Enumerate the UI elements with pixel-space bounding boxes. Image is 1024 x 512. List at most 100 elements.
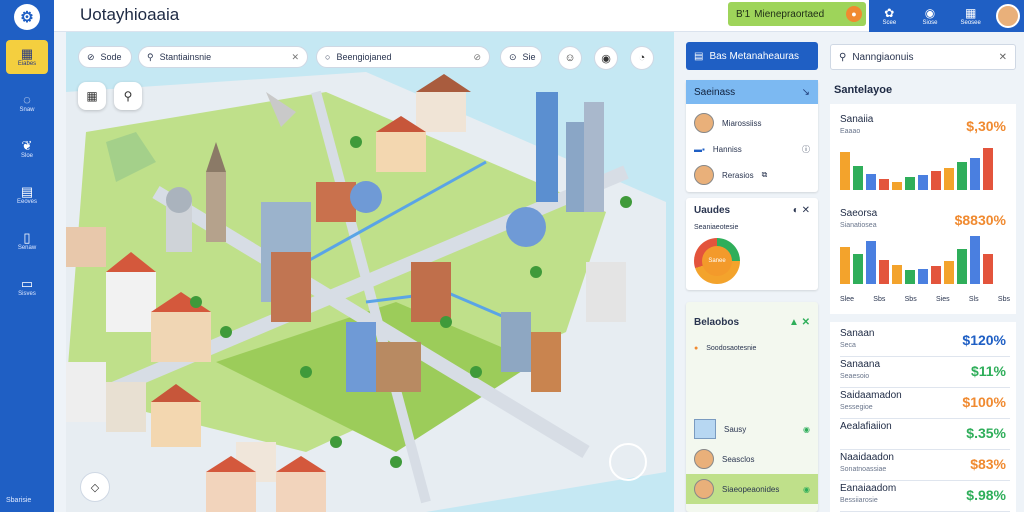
location-value: Beengiojaned (336, 52, 392, 62)
stat-row[interactable]: Saidaamadon Sessegioe $100% (840, 388, 1010, 419)
map-icon[interactable]: ▲ ✕ (789, 317, 810, 328)
location-input[interactable]: ○ Beengiojaned ⊘ (316, 46, 490, 68)
stat-row[interactable]: Sanaana Seaesoio $11% (840, 357, 1010, 388)
add-metadata-label: Bas Metanaheauras (709, 50, 799, 62)
app-logo-icon[interactable]: ⚙ (14, 4, 40, 30)
sidebar-footer[interactable]: Sbarisie (6, 497, 31, 504)
expand-icon[interactable]: ↘ (802, 87, 810, 98)
bar (879, 179, 889, 190)
map-small-filter[interactable]: ⊙ Sie (500, 46, 542, 68)
more-icon[interactable]: ◐ ✕ (793, 205, 810, 216)
map-compass-button[interactable]: ◇ (80, 472, 110, 502)
phone-icon: ▯ (23, 230, 31, 245)
map-avatar-button[interactable]: ☺ (558, 46, 582, 70)
building-icon: ▦ (86, 89, 98, 103)
sidebar-item-0[interactable]: ▦ Eiabes (6, 40, 48, 74)
check-icon[interactable]: ◉ (803, 485, 810, 494)
district-name: Sausy (724, 424, 747, 434)
map-filter-button[interactable]: ⊘ Sode (78, 46, 132, 68)
list-item[interactable]: Rerasios ⧉ (686, 160, 818, 190)
bar-label: Sies (935, 296, 950, 303)
map-search-input[interactable]: ⚲ Stantiainsnie ✕ (138, 46, 308, 68)
stat-row[interactable]: Eanaiaadom Bessiiarosie $.98% (840, 481, 1010, 512)
link-icon[interactable]: ⊘ (473, 52, 481, 63)
sidebar-item-4[interactable]: ▯ Senaw (6, 224, 48, 258)
mid-stat: Saeorsa Sianatiosea $8830% (840, 206, 1010, 240)
chart-card-header: Uaudes ◐ ✕ (686, 198, 818, 222)
sidebar-item-label: Sloe (20, 153, 33, 159)
map-visibility-button[interactable]: ◔ (630, 46, 654, 70)
avatar (694, 479, 714, 499)
building-thumb-icon (694, 419, 716, 439)
right-search-value: Nanngiaonuis (852, 51, 914, 63)
chart-card-subtitle: Seaniaeotesie (694, 223, 739, 231)
status-dot-icon: ● (694, 344, 699, 352)
list-icon: ▤ (694, 50, 704, 62)
header-button-0[interactable]: ✿ Scee (869, 0, 910, 32)
stat-sub: Eaaao (840, 128, 861, 135)
stat-row[interactable]: Aealafiaiion $.35% (840, 419, 1010, 450)
sidebar-item-5[interactable]: ▭ Sisves (6, 270, 48, 304)
stat-sub: Sianatiosea (840, 222, 877, 229)
city-map[interactable]: ▦ ⚲ ◇ (66, 32, 674, 512)
stat-label: Sanaiia (840, 114, 874, 125)
check-icon[interactable]: ◉ (803, 425, 810, 434)
clear-icon[interactable]: ✕ (999, 52, 1007, 63)
list-item[interactable]: Miarossiiss (686, 108, 818, 138)
sidebar-item-label: Eeoves (16, 199, 37, 205)
compass-icon: ◇ (90, 481, 100, 494)
user-avatar[interactable] (991, 0, 1024, 32)
sidebar-item-1[interactable]: ◌ Snaw (6, 86, 48, 120)
bar (853, 254, 863, 284)
copy-icon[interactable]: ⧉ (762, 170, 768, 180)
stat-row[interactable]: Naaidaadon Sonatnoassiae $83% (840, 450, 1010, 481)
map-search-value: Stantiainsnie (159, 52, 212, 62)
bar (931, 171, 941, 190)
add-metadata-button[interactable]: ▤ Bas Metanaheauras (686, 42, 818, 70)
person-name: Miarossiiss (722, 118, 762, 128)
layers-icon: ⊙ (509, 51, 517, 62)
bar-chart-1 (840, 148, 993, 190)
settings-icon: ◉ (601, 52, 611, 65)
bar-label: Sbs (873, 296, 886, 303)
info-icon[interactable]: ⓘ (802, 144, 810, 155)
stat-label: Naaidaadon (840, 452, 894, 463)
stat-value: $11% (970, 363, 1006, 379)
stat-label: Eanaiaadom (840, 483, 897, 494)
search-icon: ⚲ (147, 51, 154, 62)
bar (905, 270, 915, 284)
list-item[interactable]: ▬▪ Hanniss ⓘ (686, 138, 818, 160)
header-button-label: Scee (882, 19, 897, 26)
stat-sub: Bessiiarosie (840, 497, 878, 504)
right-search-input[interactable]: ⚲ Nanngiaonuis ✕ (830, 44, 1016, 70)
bar (866, 241, 876, 284)
map-small-label: Sie (522, 52, 536, 62)
district-card-title: Belaobos (694, 316, 740, 328)
search-icon: ⚲ (839, 51, 847, 63)
promo-banner[interactable]: B'1 Mienepraortaed ● (728, 2, 866, 26)
map-settings-button[interactable]: ◉ (594, 46, 618, 70)
map-tool-pin-button[interactable]: ⚲ (114, 82, 142, 110)
clear-icon[interactable]: ✕ (291, 52, 299, 63)
bar (944, 261, 954, 284)
list-item[interactable]: Siaeopeaonides ◉ (686, 474, 818, 504)
people-card-header: Saeinass ↘ (686, 80, 818, 104)
sidebar-item-label: Senaw (17, 245, 37, 251)
promo-badge-icon: ● (846, 6, 862, 22)
sidebar-item-2[interactable]: ❦ Sloe (6, 132, 48, 166)
bar (957, 249, 967, 284)
bar (970, 158, 980, 190)
stat-value: $100% (962, 394, 1006, 410)
bar-label: Sls (968, 296, 979, 303)
header-button-2[interactable]: ▦ Seosee (950, 0, 991, 32)
map-tool-building-button[interactable]: ▦ (78, 82, 106, 110)
bar-chart-2 (840, 236, 993, 284)
header-button-1[interactable]: ◉ Siose (910, 0, 951, 32)
list-item[interactable]: Sausy ◉ (686, 414, 818, 444)
list-item[interactable]: Seasclos (686, 444, 818, 474)
stat-row[interactable]: Sanaan Seca $120% (840, 326, 1010, 357)
sidebar-item-3[interactable]: ▤ Eeoves (6, 178, 48, 212)
bar (892, 265, 902, 284)
stat-value: $8830% (954, 212, 1006, 228)
app-title: Uotayhioaaia (80, 5, 180, 24)
